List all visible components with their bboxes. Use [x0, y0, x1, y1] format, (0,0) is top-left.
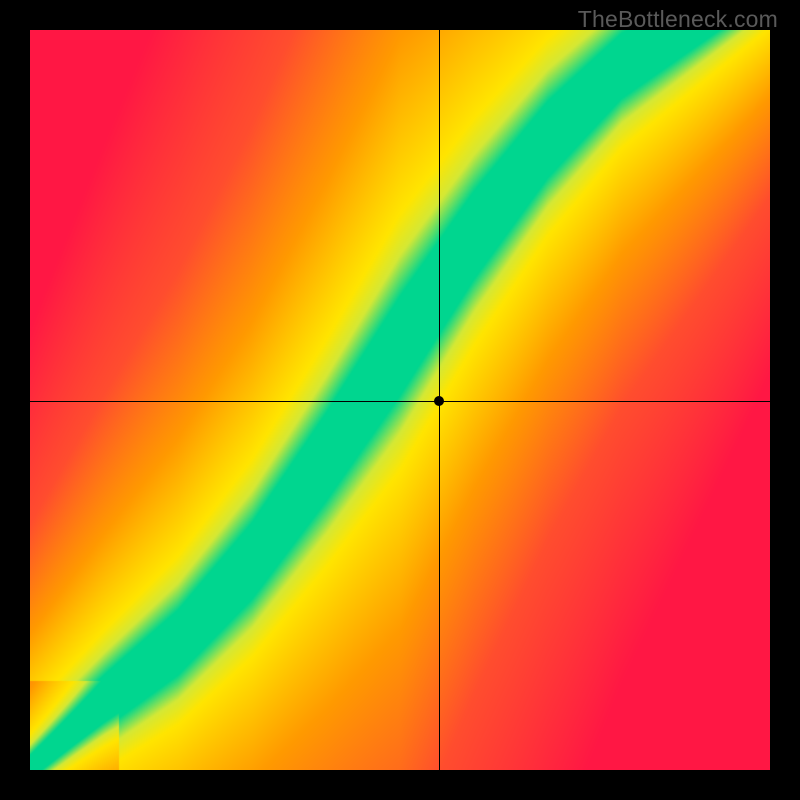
- data-point-marker: [434, 396, 444, 406]
- watermark-text: TheBottleneck.com: [578, 6, 778, 33]
- chart-container: TheBottleneck.com: [0, 0, 800, 800]
- crosshair-horizontal: [30, 401, 770, 402]
- heatmap-plot: [30, 30, 770, 770]
